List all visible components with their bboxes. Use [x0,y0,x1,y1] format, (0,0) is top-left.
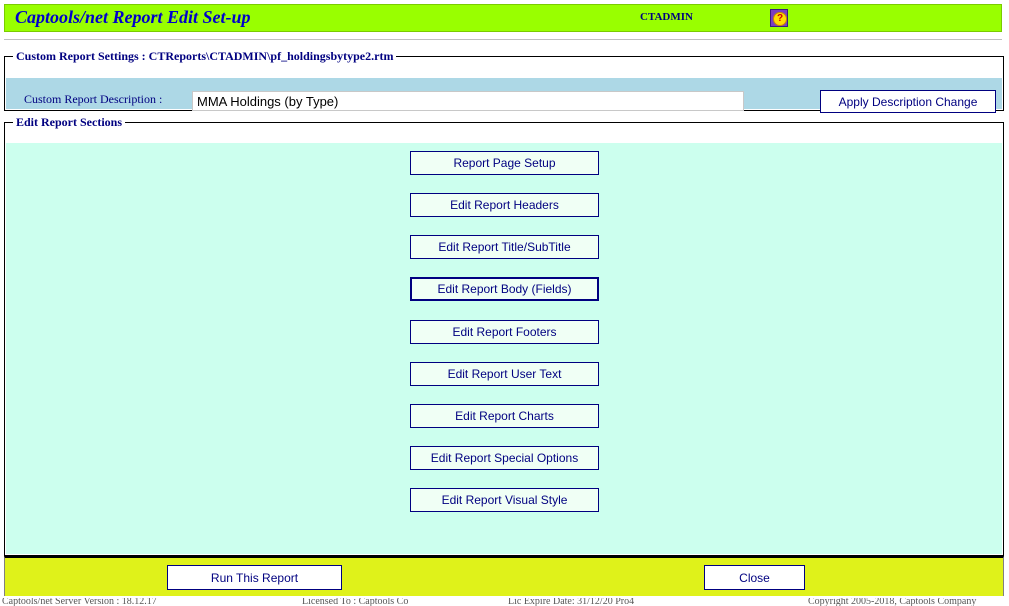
copyright-text: Copyright 2005-2018, Captools Company [808,598,977,606]
edit-report-title-button[interactable]: Edit Report Title/SubTitle [410,235,599,259]
license-expire-text: Lic Expire Date: 31/12/20 Pro4 [508,598,635,606]
close-button[interactable]: Close [704,565,805,590]
licensed-text: Licensed To : Captools Co [302,598,409,606]
app-title: Captools/net Report Edit Set-up [15,7,251,27]
description-input[interactable] [192,91,744,111]
header-bar: Captools/net Report Edit Set-up CTADMIN … [4,4,1002,32]
version-text: Captools/net Server Version : 18.12.17 [2,598,157,606]
custom-report-settings-group: Custom Report Settings : CTReports\CTADM… [4,49,1004,113]
edit-report-body-button[interactable]: Edit Report Body (Fields) [410,277,599,301]
sections-panel: Report Page Setup Edit Report Headers Ed… [6,143,1002,554]
run-report-button[interactable]: Run This Report [167,565,342,590]
description-label: Custom Report Description : [24,92,163,106]
sections-legend: Edit Report Sections [16,115,122,129]
user-name: CTADMIN [640,11,693,23]
settings-panel: Custom Report Description : Apply Descri… [6,78,1002,113]
header-divider [4,39,1002,40]
status-footer: Captools/net Server Version : 18.12.17 L… [0,598,1009,606]
report-page-setup-button[interactable]: Report Page Setup [410,151,599,175]
settings-legend: Custom Report Settings : CTReports\CTADM… [16,49,394,63]
edit-report-special-options-button[interactable]: Edit Report Special Options [410,446,599,470]
edit-report-headers-button[interactable]: Edit Report Headers [410,193,599,217]
edit-report-user-text-button[interactable]: Edit Report User Text [410,362,599,386]
apply-description-button[interactable]: Apply Description Change [820,90,996,113]
help-icon[interactable]: ? [770,9,788,27]
edit-report-footers-button[interactable]: Edit Report Footers [410,320,599,344]
edit-report-charts-button[interactable]: Edit Report Charts [410,404,599,428]
action-bar: Run This Report Close [4,556,1004,596]
edit-report-visual-style-button[interactable]: Edit Report Visual Style [410,488,599,512]
question-mark-icon: ? [773,12,787,26]
edit-report-sections-group: Edit Report Sections Report Page Setup E… [4,115,1004,556]
